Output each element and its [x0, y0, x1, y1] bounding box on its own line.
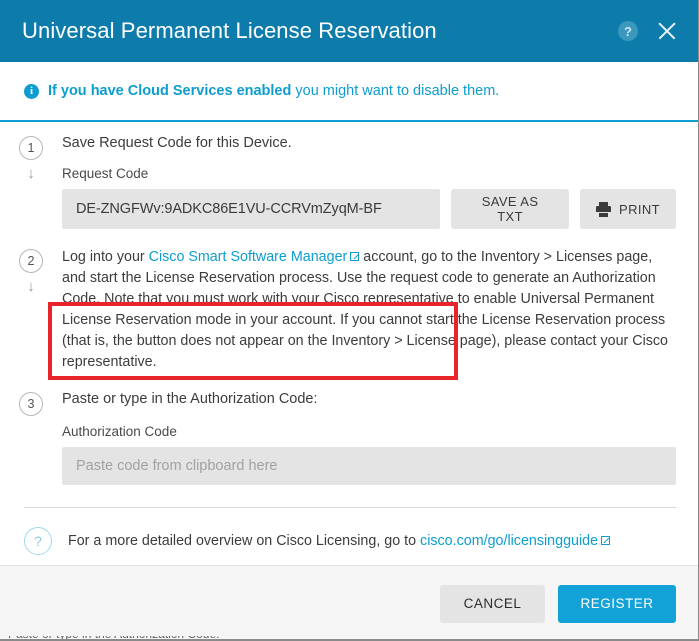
- step-1-title: Save Request Code for this Device.: [62, 135, 292, 152]
- clipped-bottom-text: Paste or type in the Authorization Code:: [8, 636, 219, 639]
- external-link-icon: [350, 252, 360, 262]
- request-code-row: SAVE AS TXT PRINT: [62, 189, 676, 230]
- save-as-txt-label: SAVE AS TXT: [481, 194, 539, 225]
- step-3-content: Paste or type in the Authorization Code:…: [62, 390, 698, 486]
- banner-message: If you have Cloud Services enabled you m…: [48, 83, 499, 100]
- dialog-body: 1 ↓ Save Request Code for this Device. R…: [0, 122, 698, 565]
- print-label: PRINT: [619, 201, 660, 217]
- help-text-prefix: For a more detailed overview on Cisco Li…: [68, 533, 421, 550]
- step-1-content: Save Request Code for this Device. Reque…: [62, 134, 698, 230]
- step-2-text-after-link: account, go to the Inventory > Licenses …: [62, 249, 669, 370]
- step-1-arrow-icon: ↓: [27, 165, 35, 183]
- authorization-code-input[interactable]: [62, 447, 676, 486]
- step-1-number: 1: [19, 136, 43, 161]
- banner-rest-text: you might want to disable them.: [291, 83, 500, 99]
- step-1: 1 ↓ Save Request Code for this Device. R…: [0, 122, 698, 230]
- dialog-footer: CANCEL REGISTER: [0, 565, 698, 641]
- step-3-title: Paste or type in the Authorization Code:: [62, 391, 318, 408]
- question-mark-icon: ?: [24, 527, 52, 556]
- external-link-icon-2: [601, 536, 611, 546]
- step-2-text-before-link: Log into your: [62, 249, 149, 266]
- banner-strong-text: If you have Cloud Services enabled: [48, 83, 292, 99]
- step-2-marker: 2 ↓: [0, 247, 62, 294]
- step-1-marker: 1 ↓: [0, 134, 62, 181]
- printer-icon: [596, 202, 611, 218]
- info-icon: i: [24, 84, 39, 99]
- request-code-input[interactable]: [62, 189, 441, 230]
- close-icon[interactable]: [654, 18, 680, 44]
- step-3: 3 Paste or type in the Authorization Cod…: [0, 390, 698, 486]
- help-icon[interactable]: ?: [618, 21, 638, 41]
- step-2-content: Log into your Cisco Smart Software Manag…: [62, 247, 698, 372]
- step-2: 2 ↓ Log into your Cisco Smart Software M…: [0, 247, 698, 372]
- cancel-button[interactable]: CANCEL: [440, 584, 545, 623]
- step-2-arrow-icon: ↓: [27, 278, 35, 296]
- register-button[interactable]: REGISTER: [558, 584, 676, 623]
- step-2-paragraph: Log into your Cisco Smart Software Manag…: [62, 247, 676, 372]
- step-2-number: 2: [19, 249, 43, 274]
- step-3-marker: 3: [0, 390, 62, 417]
- authorization-code-section: Authorization Code: [62, 424, 676, 486]
- print-button[interactable]: PRINT: [580, 189, 676, 230]
- save-as-txt-button[interactable]: SAVE AS TXT: [451, 189, 569, 230]
- step-3-number: 3: [19, 392, 43, 417]
- licensing-guide-link[interactable]: cisco.com/go/licensingguide: [420, 533, 598, 549]
- licensing-help-row: ? For a more detailed overview on Cisco …: [0, 508, 698, 556]
- dialog-titlebar: Universal Permanent License Reservation …: [0, 0, 698, 62]
- licensing-help-text: For a more detailed overview on Cisco Li…: [68, 533, 611, 550]
- cloud-services-banner: i If you have Cloud Services enabled you…: [0, 62, 698, 123]
- license-reservation-dialog: Universal Permanent License Reservation …: [0, 0, 699, 641]
- titlebar-actions: ?: [618, 18, 680, 44]
- cisco-smart-software-manager-link[interactable]: Cisco Smart Software Manager: [149, 249, 348, 265]
- dialog-title: Universal Permanent License Reservation: [22, 18, 437, 43]
- request-code-label: Request Code: [62, 166, 149, 182]
- clipped-bottom-strip: Paste or type in the Authorization Code:: [0, 636, 698, 641]
- request-code-section: Request Code SAVE AS TXT PRINT: [62, 166, 676, 230]
- authorization-code-label: Authorization Code: [62, 424, 177, 440]
